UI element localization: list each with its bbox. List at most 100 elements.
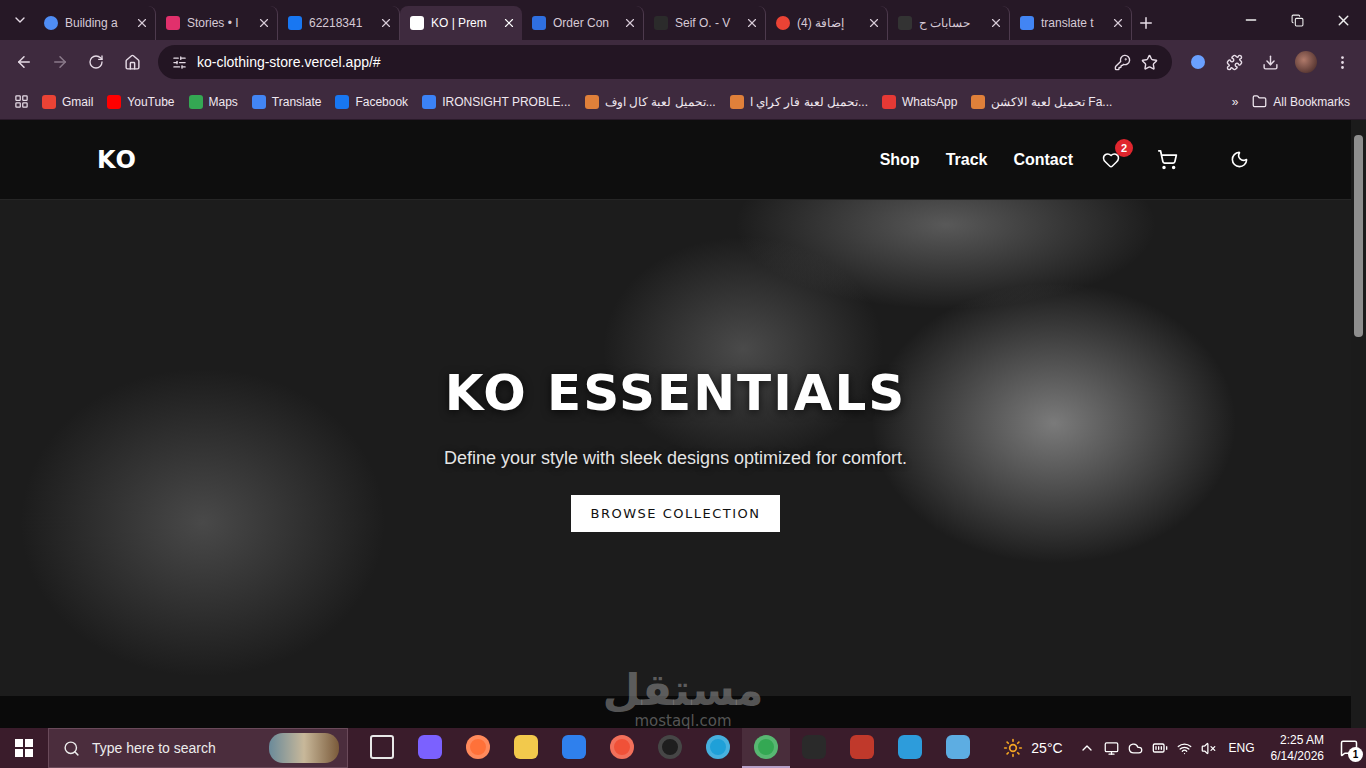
windows-logo-icon [15,739,33,757]
bookmarks-overflow[interactable]: » [1226,91,1245,113]
close-icon[interactable] [1111,16,1125,30]
theme-toggle[interactable] [1227,148,1251,172]
site-info-icon[interactable] [172,55,187,70]
close-icon[interactable] [623,16,637,30]
browser-tab[interactable]: translate t [1010,6,1132,40]
key-icon[interactable] [1114,54,1131,71]
taskbar-app[interactable] [694,728,742,768]
bookmark-favicon-icon [585,95,599,109]
bookmark-item[interactable]: Gmail [36,91,99,113]
bookmark-favicon-icon [422,95,436,109]
taskbar-app[interactable] [406,728,454,768]
start-button[interactable] [0,728,48,768]
bookmark-item[interactable]: YouTube [101,91,180,113]
downloads-button[interactable] [1254,46,1286,78]
browse-button[interactable]: BROWSE COLLECTION [571,495,781,532]
taskbar-app[interactable] [454,728,502,768]
taskbar-app[interactable] [790,728,838,768]
browser-tab[interactable]: Seif O. - V [644,6,766,40]
minimize-button[interactable] [1228,0,1274,40]
wishlist-button[interactable]: 2 [1099,148,1123,172]
bookmark-item[interactable]: تحميل لعبة كال اوف... [579,91,722,113]
monitor-icon[interactable] [1104,741,1119,756]
nav-link[interactable]: Shop [880,151,920,169]
apps-button[interactable] [8,89,34,115]
moon-icon [1230,150,1249,169]
wifi-icon[interactable] [1177,741,1192,756]
scrollbar-thumb[interactable] [1354,135,1363,337]
hero-banner: KO ESSENTIALSDefine your style with slee… [0,200,1351,696]
nav-links: Shop Track Contact 2 [880,148,1251,172]
cloud-icon[interactable] [1128,741,1143,756]
bookmark-favicon-icon [730,95,744,109]
taskbar-search[interactable]: Type here to search [48,728,348,768]
taskbar-app[interactable] [550,728,598,768]
language-indicator[interactable]: ENG [1225,741,1259,755]
bookmark-item[interactable]: WhatsApp [876,91,963,113]
taskbar-app[interactable] [598,728,646,768]
taskbar-app[interactable] [742,728,790,768]
taskbar-app[interactable] [358,728,406,768]
taskbar-app[interactable] [502,728,550,768]
menu-button[interactable] [1326,46,1358,78]
star-icon[interactable] [1141,54,1158,71]
taskbar-app[interactable] [886,728,934,768]
browser-tab[interactable]: 62218341 [278,6,400,40]
extensions-button[interactable] [1218,46,1250,78]
cart-button[interactable] [1155,148,1179,172]
app-icon [802,735,826,759]
taskbar-app[interactable] [838,728,886,768]
bookmark-item[interactable]: Facebook [329,91,414,113]
arrow-right-icon [51,53,69,71]
notifications-button[interactable]: 1 [1332,728,1366,768]
app-icon [850,735,874,759]
new-tab-button[interactable] [1132,9,1160,37]
close-icon[interactable] [135,16,149,30]
bookmark-label: Translate [272,95,322,109]
tab-search-button[interactable] [6,6,34,34]
browser-tab[interactable]: حسابات ح [888,6,1010,40]
bookmark-item[interactable]: Translate [246,91,328,113]
close-icon[interactable] [989,16,1003,30]
taskbar: Type here to search 25°C ENG 2:25 AM6/14/20… [0,728,1366,768]
bookmark-item[interactable]: تحميل لعبة فار كراي ا... [724,91,874,113]
profile-button[interactable] [1290,46,1322,78]
battery-icon[interactable] [1152,740,1168,756]
chevron-up-icon[interactable] [1079,740,1095,756]
bookmark-label: Facebook [355,95,408,109]
extension-button[interactable] [1182,46,1214,78]
close-icon[interactable] [257,16,271,30]
bookmarks-bar: GmailYouTubeMaps Translate Facebook IRONSIG… [0,84,1366,120]
taskbar-app[interactable] [646,728,694,768]
browser-tab[interactable]: KO | Prem [400,6,522,40]
close-button[interactable] [1320,0,1366,40]
close-icon[interactable] [379,16,393,30]
reload-button[interactable] [80,46,112,78]
close-icon[interactable] [502,16,516,30]
volume-muted-icon[interactable] [1201,741,1216,756]
browser-tab[interactable]: (4) إضافة [766,6,888,40]
bookmark-item[interactable]: IRONSIGHT PROBLE... [416,91,576,113]
bookmark-item[interactable]: Maps [183,91,244,113]
menu-dots-icon [1334,54,1351,71]
browser-tab[interactable]: Building a [34,6,156,40]
nav-link[interactable]: Track [946,151,988,169]
watermark-arabic: مستقل [603,668,764,712]
page-scrollbar[interactable] [1351,120,1366,728]
restore-button[interactable] [1274,0,1320,40]
close-icon[interactable] [745,16,759,30]
weather-widget[interactable]: 25°C [993,738,1078,758]
clock[interactable]: 2:25 AM6/14/2026 [1263,732,1332,764]
bookmark-item[interactable]: تحميل لعبة الاكشن Fa... [965,91,1118,113]
address-bar[interactable]: ko-clothing-store.vercel.app/# [158,45,1172,79]
close-icon[interactable] [867,16,881,30]
site-logo[interactable]: KO [97,146,137,174]
browser-tab[interactable]: Order Con [522,6,644,40]
all-bookmarks[interactable]: All Bookmarks [1246,90,1356,113]
browser-tab[interactable]: Stories • I [156,6,278,40]
home-button[interactable] [116,46,148,78]
back-button[interactable] [8,46,40,78]
taskbar-app[interactable] [934,728,982,768]
nav-link[interactable]: Contact [1013,151,1073,169]
forward-button[interactable] [44,46,76,78]
